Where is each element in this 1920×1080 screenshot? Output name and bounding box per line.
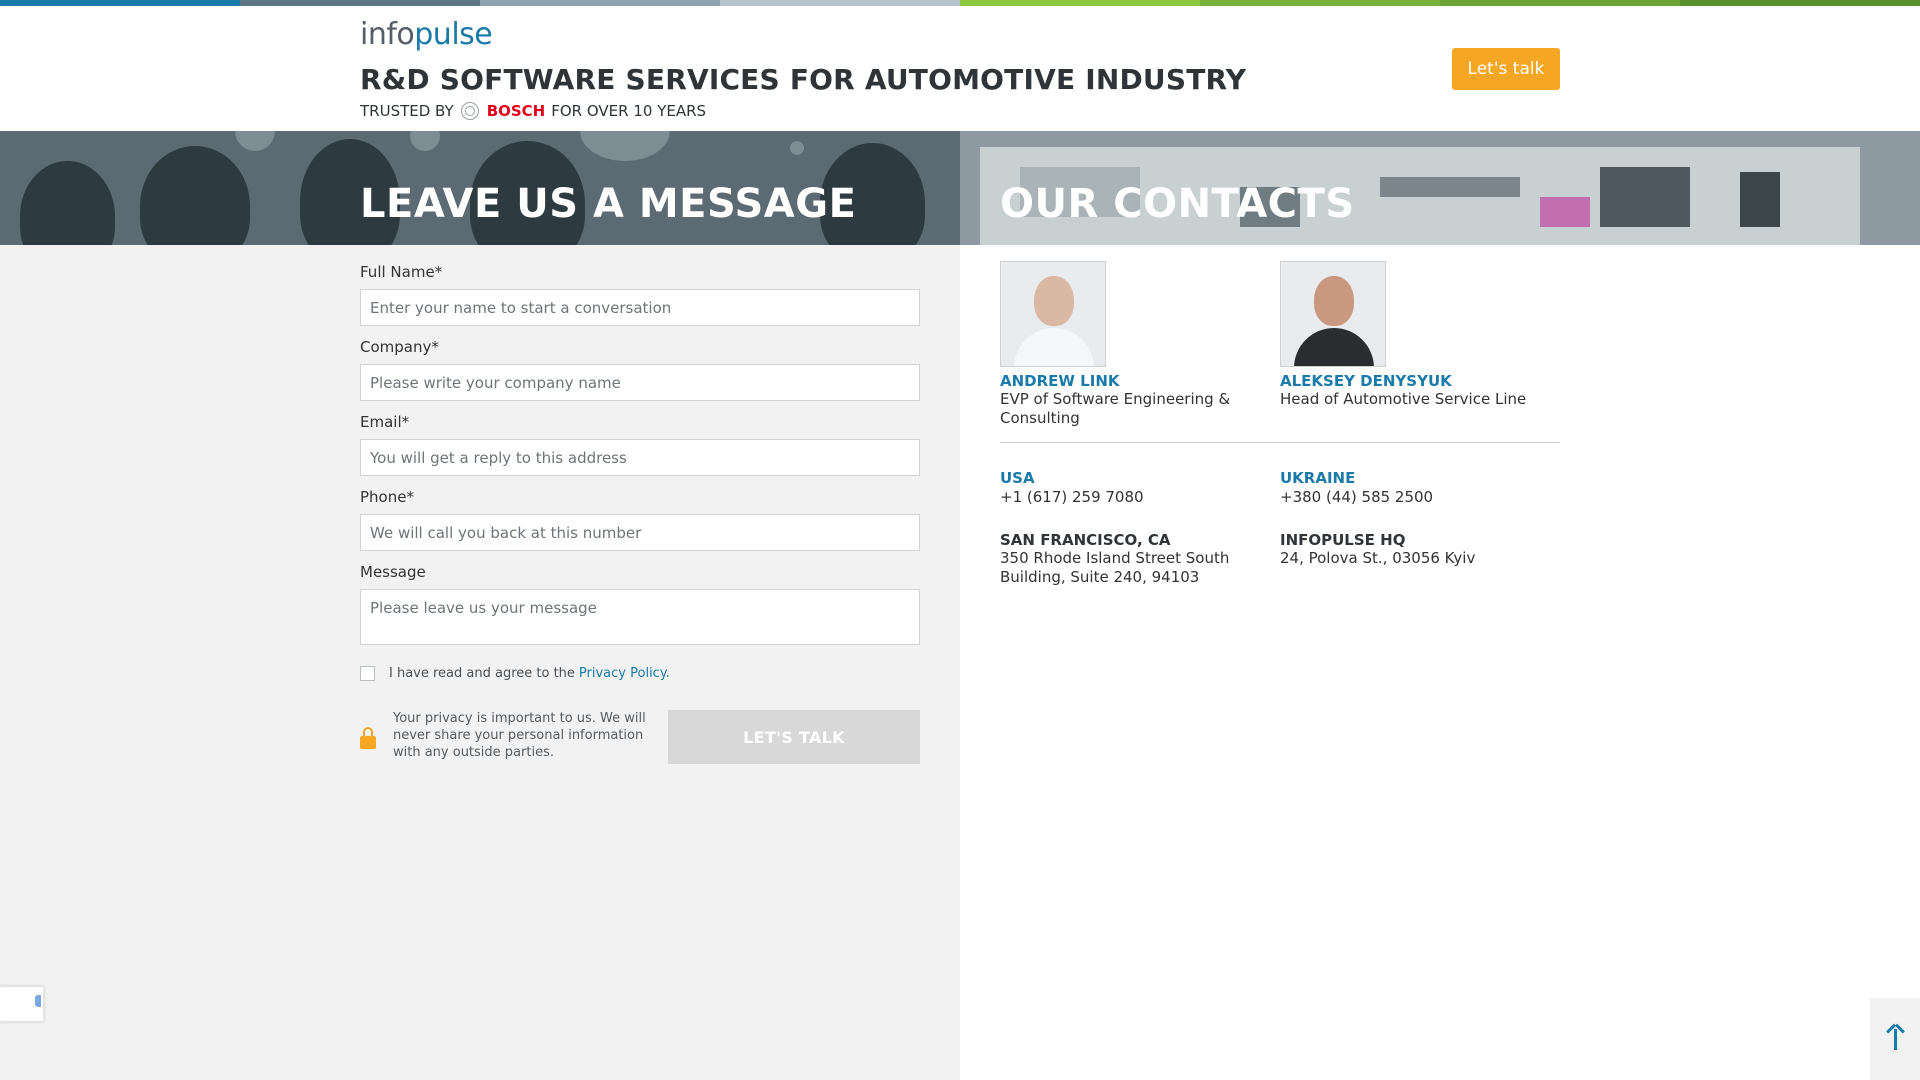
banner-speech-bubble	[790, 141, 804, 155]
office-country: UKRAINE	[1280, 469, 1356, 487]
infopulse-logo[interactable]: infopulse	[360, 17, 493, 52]
lets-talk-header-button[interactable]: Let's talk	[1452, 48, 1560, 90]
office-title: INFOPULSE HQ	[1280, 531, 1406, 549]
banner-desk-item	[1380, 177, 1520, 197]
arrow-head-right	[1895, 1023, 1905, 1034]
logo-part-pulse: pulse	[414, 17, 493, 52]
photo-head	[1034, 276, 1074, 326]
person-name: ANDREW LINK	[1000, 372, 1120, 390]
photo-torso	[1294, 328, 1374, 366]
contacts-banner: OUR CONTACTS	[960, 131, 1920, 245]
banner-silhouette	[20, 161, 115, 245]
banner-speech-bubble	[235, 131, 275, 151]
office-phone[interactable]: +1 (617) 259 7080	[1000, 488, 1144, 506]
person-name: ALEKSEY DENYSYUK	[1280, 372, 1452, 390]
person-role: EVP of Software Engineering & Consulting	[1000, 390, 1231, 427]
contacts-section-title: OUR CONTACTS	[1000, 181, 1355, 227]
logo-part-info: info	[360, 17, 415, 52]
contact-person-card: ALEKSEY DENYSYUK Head of Automotive Serv…	[1280, 261, 1560, 409]
person-photo	[1000, 261, 1106, 367]
banner-speech-bubble	[580, 131, 670, 161]
message-label: Message	[360, 563, 426, 581]
contacts-divider	[1000, 442, 1560, 443]
privacy-agree-row: I have read and agree to the Privacy Pol…	[360, 666, 670, 681]
bosch-brand: BOSCH	[486, 102, 546, 120]
trusted-suffix: FOR OVER 10 YEARS	[551, 102, 707, 120]
email-input[interactable]	[360, 439, 920, 476]
full-name-label: Full Name*	[360, 263, 443, 281]
arrow-stem	[1894, 1029, 1897, 1050]
recaptcha-badge[interactable]	[0, 986, 44, 1022]
office-phone[interactable]: +380 (44) 585 2500	[1280, 488, 1433, 506]
agree-text: I have read and agree to the	[389, 666, 575, 681]
contacts-section: OUR CONTACTS ANDREW LINK EVP of Software…	[960, 131, 1920, 1080]
person-role: Head of Automotive Service Line	[1280, 390, 1527, 408]
banner-silhouette	[140, 146, 250, 245]
contact-person-card: ANDREW LINK EVP of Software Engineering …	[1000, 261, 1280, 428]
office-block: UKRAINE +380 (44) 585 2500 INFOPULSE HQ …	[1280, 469, 1540, 568]
trusted-by-line: TRUSTED BY BOSCH FOR OVER 10 YEARS	[360, 102, 706, 120]
bosch-logo-icon	[460, 102, 479, 120]
office-address: 24, Polova St., 03056 Kyiv	[1280, 549, 1476, 567]
message-section: LEAVE US A MESSAGE Full Name* Company* E…	[0, 131, 960, 1080]
message-textarea[interactable]	[360, 589, 920, 645]
company-input[interactable]	[360, 364, 920, 401]
lets-talk-submit-button[interactable]: LET'S TALK	[668, 710, 920, 764]
photo-head	[1314, 276, 1354, 326]
arrow-up-icon	[1885, 1023, 1905, 1050]
privacy-agree-checkbox[interactable]	[360, 666, 375, 681]
privacy-row: Your privacy is important to us. We will…	[360, 710, 920, 766]
message-banner: LEAVE US A MESSAGE	[0, 131, 960, 245]
person-photo	[1280, 261, 1386, 367]
email-label: Email*	[360, 413, 410, 431]
contact-form: Full Name* Company* Email* Phone* Messag…	[360, 263, 920, 645]
page-headline: R&D SOFTWARE SERVICES FOR AUTOMOTIVE IND…	[360, 63, 1247, 96]
scroll-to-top-button[interactable]	[1870, 998, 1920, 1080]
lock-icon	[360, 727, 376, 749]
office-country: USA	[1000, 469, 1035, 487]
phone-input[interactable]	[360, 514, 920, 551]
privacy-note: Your privacy is important to us. We will…	[393, 711, 646, 760]
trusted-prefix: TRUSTED BY	[360, 102, 454, 120]
banner-desk-item	[1540, 197, 1590, 227]
privacy-policy-link[interactable]: Privacy Policy.	[579, 666, 670, 681]
banner-speech-bubble	[410, 131, 440, 151]
site-header: infopulse R&D SOFTWARE SERVICES FOR AUTO…	[0, 6, 1920, 131]
phone-label: Phone*	[360, 488, 414, 506]
recaptcha-icon	[35, 995, 41, 1007]
company-label: Company*	[360, 338, 439, 356]
photo-torso	[1014, 328, 1094, 366]
message-section-title: LEAVE US A MESSAGE	[360, 181, 857, 227]
banner-desk-item	[1740, 172, 1780, 227]
office-title: SAN FRANCISCO, CA	[1000, 531, 1171, 549]
office-address: 350 Rhode Island Street South Building, …	[1000, 549, 1230, 586]
lock-body	[360, 736, 376, 749]
office-block: USA +1 (617) 259 7080 SAN FRANCISCO, CA …	[1000, 469, 1260, 587]
full-name-input[interactable]	[360, 289, 920, 326]
banner-desk-item	[1600, 167, 1690, 227]
